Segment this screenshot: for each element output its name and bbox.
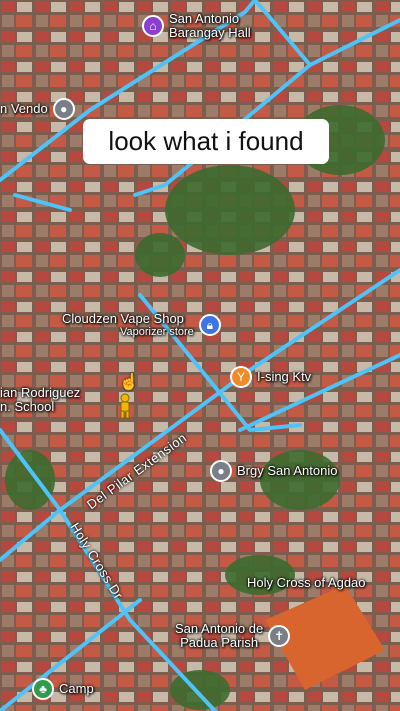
satellite-map[interactable]: look what i found ⌂ San Antonio Barangay…	[0, 0, 400, 711]
poi-brgy-name: Brgy San Antonio	[237, 462, 338, 478]
caption-box: look what i found	[83, 119, 329, 164]
poi-camp[interactable]: ♣ Camp	[32, 678, 94, 700]
poi-isingktv-name: I-sing Ktv	[257, 368, 312, 384]
caption-text: look what i found	[108, 126, 304, 156]
shopping-bag-icon: 🔒︎	[198, 314, 221, 337]
cocktail-icon: Y	[230, 366, 252, 388]
poi-vendo-name: n Vendo	[0, 100, 48, 116]
poi-parish[interactable]: San Antonio de Padua Parish ✝	[175, 621, 291, 651]
pin-icon: ●	[210, 460, 232, 482]
poi-school-name: ian Rodriguez	[0, 385, 81, 400]
poi-holy-cross-name: Holy Cross of Agdao	[247, 575, 366, 590]
poi-barangay-hall-name2: Barangay Hall	[169, 25, 251, 41]
poi-school-name2: n. School	[0, 399, 55, 415]
building-icon: ⌂	[142, 15, 164, 38]
poi-parish-name2: Padua Parish	[180, 635, 259, 651]
tree-icon: ♣	[32, 678, 54, 700]
poi-vape-shop-sub: Vaporizer store	[120, 326, 194, 339]
poi-barangay-hall-name: San Antonio	[169, 11, 240, 26]
cross-icon: ✝	[268, 625, 291, 648]
poi-brgy-san-antonio[interactable]: ● Brgy San Antonio	[210, 460, 337, 482]
poi-parish-name: San Antonio de	[175, 621, 264, 636]
poi-vape-shop[interactable]: Cloudzen Vape Shop Vaporizer store 🔒︎	[62, 311, 221, 339]
poi-holy-cross[interactable]: Holy Cross of Agdao	[247, 575, 366, 590]
poi-barangay-hall[interactable]: ⌂ San Antonio Barangay Hall	[142, 11, 251, 41]
poi-school[interactable]: ian Rodriguez n. School	[0, 385, 81, 415]
poi-isingktv[interactable]: Y I-sing Ktv	[230, 366, 311, 388]
pin-icon: ●	[52, 98, 75, 120]
pegman-icon[interactable]	[118, 393, 132, 419]
poi-camp-name: Camp	[59, 680, 94, 696]
poi-vape-shop-name: Cloudzen Vape Shop	[62, 311, 184, 326]
poi-vendo[interactable]: n Vendo ●	[0, 98, 75, 120]
hand-cursor-icon: ☝	[119, 374, 139, 391]
